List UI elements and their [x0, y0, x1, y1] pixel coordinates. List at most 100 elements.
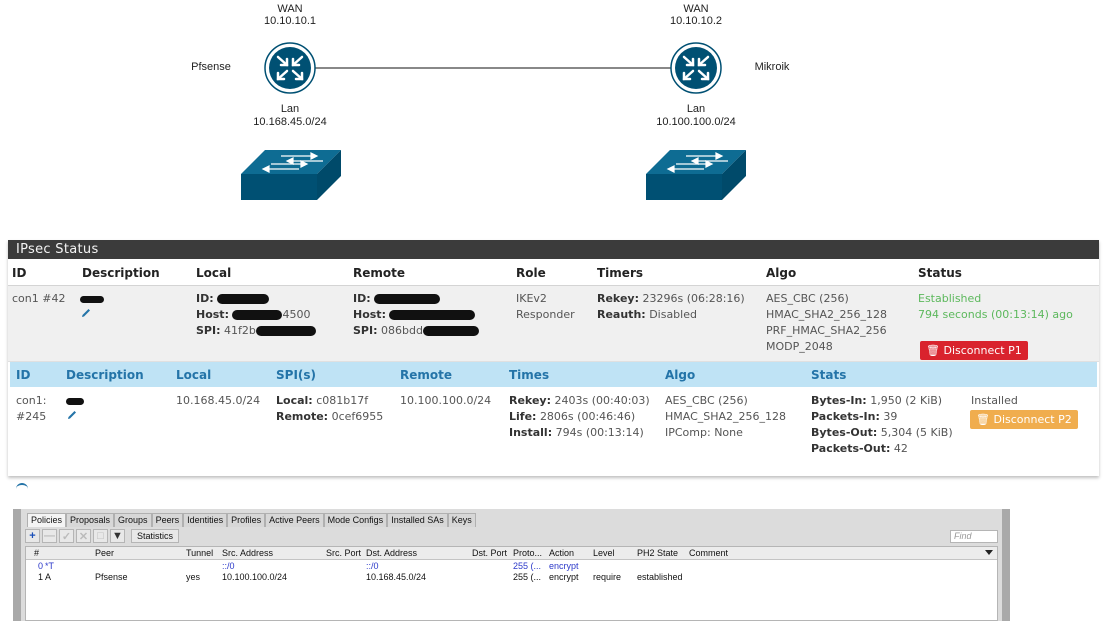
- network-diagram: WAN 10.10.10.1 Pfsense Lan 10.168.45.0/2…: [0, 0, 1108, 235]
- tab-peers[interactable]: Peers: [151, 513, 184, 527]
- p2-col-remote: Remote: [400, 368, 453, 382]
- redaction-mark: [374, 294, 441, 304]
- col-proto[interactable]: Proto...: [513, 548, 542, 558]
- p2-header-row: ID Description Local SPI(s) Remote Times…: [10, 362, 1097, 387]
- p1-timers: Rekey: 23296s (06:28:16) Reauth: Disable…: [597, 292, 745, 321]
- p2-description: [66, 393, 84, 426]
- table-row[interactable]: 1 A Pfsense yes 10.100.100.0/24 10.168.4…: [26, 571, 997, 582]
- disable-button[interactable]: ✕: [76, 529, 91, 543]
- p1-col-role: Role: [516, 266, 546, 280]
- col-dst-address[interactable]: Dst. Address: [366, 548, 417, 558]
- col-action[interactable]: Action: [549, 548, 574, 558]
- ipsec-panel-title: IPsec Status: [8, 240, 1099, 259]
- column-menu-arrow-icon[interactable]: [985, 550, 993, 555]
- left-lan-subnet: 10.168.45.0/24: [253, 116, 327, 128]
- remove-button[interactable]: —: [42, 529, 57, 543]
- router-icon: [670, 42, 722, 94]
- p1-col-description: Description: [82, 266, 160, 280]
- plus-icon: +: [29, 530, 36, 542]
- p2-algo: AES_CBC (256) HMAC_SHA2_256_128 IPComp: …: [665, 394, 787, 439]
- redaction-mark: [255, 326, 316, 336]
- right-device-name: Mikroik: [754, 61, 790, 73]
- trash-icon: 🗑: [976, 413, 990, 426]
- comment-icon: □: [97, 530, 104, 542]
- p1-col-remote: Remote: [353, 266, 406, 280]
- tab-identities[interactable]: Identities: [183, 513, 228, 527]
- statistics-button[interactable]: Statistics: [131, 529, 180, 543]
- p2-id: con1: #245: [16, 394, 47, 423]
- p2-col-times: Times: [509, 368, 550, 382]
- p1-header-row: ID Description Local Remote Role Timers …: [8, 259, 1099, 286]
- filter-icon: ▼: [112, 530, 123, 542]
- winbox-tab-bar: Policies Proposals Groups Peers Identiti…: [27, 513, 476, 527]
- tab-keys[interactable]: Keys: [447, 513, 476, 527]
- scroll-indicator: [16, 483, 28, 489]
- policies-table-header: # Peer Tunnel Src. Address Src. Port Dst…: [26, 547, 997, 560]
- p2-col-description: Description: [66, 368, 144, 382]
- p1-col-local: Local: [196, 266, 232, 280]
- comment-button[interactable]: □: [93, 529, 108, 543]
- tab-installed-sas[interactable]: Installed SAs: [387, 513, 448, 527]
- p2-col-spis: SPI(s): [276, 368, 317, 382]
- p1-status-time: 794 seconds (00:13:14) ago: [918, 308, 1073, 321]
- p2-col-stats: Stats: [811, 368, 847, 382]
- edit-pencil-icon[interactable]: [80, 307, 92, 319]
- col-src-address[interactable]: Src. Address: [222, 548, 273, 558]
- redaction-mark: [232, 310, 283, 320]
- enable-button[interactable]: ✓: [59, 529, 74, 543]
- p2-col-id: ID: [16, 368, 31, 382]
- tab-proposals[interactable]: Proposals: [66, 513, 115, 527]
- policies-table: # Peer Tunnel Src. Address Src. Port Dst…: [25, 546, 998, 621]
- col-level[interactable]: Level: [593, 548, 615, 558]
- table-row[interactable]: 0 *T ::/0 ::/0 255 (... encrypt: [26, 560, 997, 571]
- switch-icon: [241, 150, 341, 200]
- col-num[interactable]: #: [34, 548, 39, 558]
- p2-row: con1: #245 10.168.45.0/24 Local: c081b17…: [8, 387, 1099, 468]
- edit-pencil-icon[interactable]: [66, 409, 78, 421]
- check-icon: ✓: [61, 530, 72, 543]
- col-comment[interactable]: Comment: [689, 548, 728, 558]
- col-tunnel[interactable]: Tunnel: [186, 548, 213, 558]
- winbox-ipsec-window: Policies Proposals Groups Peers Identiti…: [13, 509, 1010, 621]
- p1-status: Established 794 seconds (00:13:14) ago: [918, 291, 1073, 323]
- p1-local: ID: Host: 4500 SPI: 41f2b: [196, 291, 316, 339]
- tab-policies[interactable]: Policies: [27, 513, 67, 527]
- filter-button[interactable]: ▼: [110, 529, 125, 543]
- winbox-toolbar: + — ✓ ✕ □ ▼ Statistics: [25, 528, 998, 544]
- tab-profiles[interactable]: Profiles: [227, 513, 266, 527]
- p2-spis: Local: c081b17f Remote: 0cef6955: [276, 394, 384, 423]
- tab-active-peers[interactable]: Active Peers: [265, 513, 324, 527]
- p2-local: 10.168.45.0/24: [176, 394, 261, 407]
- add-button[interactable]: +: [25, 529, 40, 543]
- p1-row: con1 #42 ID: Host: 4500 SPI: 41f2b ID: H…: [8, 286, 1099, 362]
- router-icon: [264, 42, 316, 94]
- minus-icon: —: [44, 530, 55, 542]
- p1-remote: ID: Host: SPI: 086bdd: [353, 291, 479, 339]
- disconnect-p2-button[interactable]: 🗑 Disconnect P2: [970, 410, 1078, 429]
- left-device-name: Pfsense: [191, 61, 231, 73]
- p2-state: Installed: [971, 394, 1018, 407]
- disconnect-p1-button[interactable]: 🗑 Disconnect P1: [920, 341, 1028, 360]
- col-peer[interactable]: Peer: [95, 548, 114, 558]
- diagram-canvas: [241, 42, 746, 200]
- cross-icon: ✕: [78, 530, 89, 543]
- col-src-port[interactable]: Src. Port: [326, 548, 361, 558]
- p1-col-status: Status: [918, 266, 962, 280]
- redaction-mark: [217, 294, 270, 304]
- col-ph2-state[interactable]: PH2 State: [637, 548, 678, 558]
- p2-stats: Bytes-In: 1,950 (2 KiB) Packets-In: 39 B…: [811, 394, 953, 455]
- p1-role: IKEv2 Responder: [516, 292, 575, 321]
- p1-col-id: ID: [12, 266, 27, 280]
- col-dst-port[interactable]: Dst. Port: [472, 548, 507, 558]
- p1-col-algo: Algo: [766, 266, 797, 280]
- p2-col-local: Local: [176, 368, 212, 382]
- tab-groups[interactable]: Groups: [114, 513, 152, 527]
- p1-col-timers: Timers: [597, 266, 644, 280]
- tab-mode-configs[interactable]: Mode Configs: [323, 513, 388, 527]
- find-input[interactable]: Find: [950, 530, 998, 543]
- ipsec-status-panel: IPsec Status ID Description Local Remote…: [8, 240, 1099, 476]
- right-lan-subnet: 10.100.100.0/24: [656, 116, 736, 128]
- p1-id: con1 #42: [12, 292, 66, 305]
- redaction-mark: [422, 326, 479, 336]
- redaction-mark: [389, 310, 476, 320]
